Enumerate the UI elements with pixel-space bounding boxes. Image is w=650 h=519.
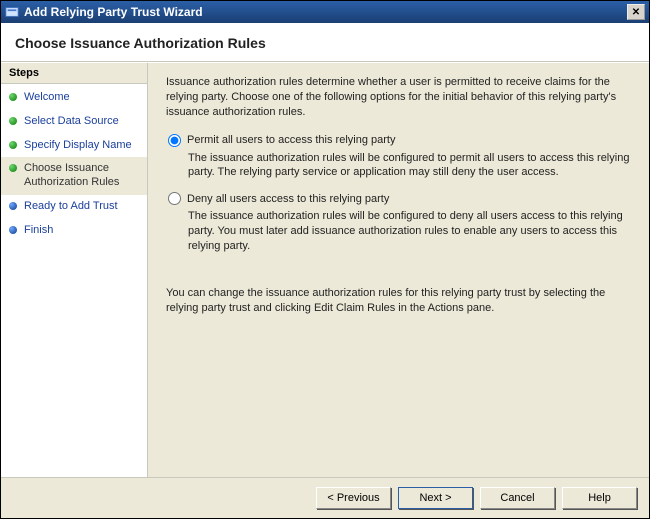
close-button[interactable]: ✕ [627,4,645,20]
window-title: Add Relying Party Trust Wizard [24,5,203,19]
page-heading-row: Choose Issuance Authorization Rules [1,23,649,61]
titlebar: Add Relying Party Trust Wizard ✕ [1,1,649,23]
step-dot-icon [9,93,17,101]
help-button[interactable]: Help [562,487,637,509]
intro-text: Issuance authorization rules determine w… [166,75,631,120]
previous-button[interactable]: < Previous [316,487,391,509]
page-title: Choose Issuance Authorization Rules [15,35,635,51]
step-label: Select Data Source [24,115,119,129]
step-finish[interactable]: Finish [1,219,147,243]
step-label: Welcome [24,91,70,105]
steps-sidebar: Steps Welcome Select Data Source Specify… [1,63,148,477]
step-label: Finish [24,224,53,238]
radio-deny-all[interactable] [168,192,181,205]
step-label: Choose Issuance Authorization Rules [24,162,141,190]
steps-header: Steps [1,63,147,84]
option-deny-all-label: Deny all users access to this relying pa… [187,193,389,205]
option-deny-all-desc: The issuance authorization rules will be… [188,209,631,254]
option-permit-all-label: Permit all users to access this relying … [187,134,395,146]
step-label: Specify Display Name [24,139,132,153]
option-deny-all: Deny all users access to this relying pa… [166,192,631,254]
step-welcome[interactable]: Welcome [1,86,147,110]
step-dot-icon [9,226,17,234]
step-select-data-source[interactable]: Select Data Source [1,110,147,134]
step-ready-to-add-trust[interactable]: Ready to Add Trust [1,195,147,219]
step-dot-icon [9,164,17,172]
step-specify-display-name[interactable]: Specify Display Name [1,134,147,158]
step-choose-issuance-auth-rules[interactable]: Choose Issuance Authorization Rules [1,157,147,195]
app-icon [5,5,19,19]
step-label: Ready to Add Trust [24,200,118,214]
next-button[interactable]: Next > [398,487,473,509]
radio-permit-all[interactable] [168,134,181,147]
option-permit-all-desc: The issuance authorization rules will be… [188,151,631,181]
step-dot-icon [9,117,17,125]
option-deny-all-row[interactable]: Deny all users access to this relying pa… [168,192,631,205]
option-permit-all: Permit all users to access this relying … [166,134,631,181]
footer-note: You can change the issuance authorizatio… [166,286,631,316]
step-dot-icon [9,141,17,149]
body-area: Steps Welcome Select Data Source Specify… [1,62,649,477]
option-permit-all-row[interactable]: Permit all users to access this relying … [168,134,631,147]
cancel-button[interactable]: Cancel [480,487,555,509]
main-content: Issuance authorization rules determine w… [148,63,649,477]
button-bar: < Previous Next > Cancel Help [1,477,649,518]
step-dot-icon [9,202,17,210]
steps-list: Welcome Select Data Source Specify Displ… [1,84,147,244]
